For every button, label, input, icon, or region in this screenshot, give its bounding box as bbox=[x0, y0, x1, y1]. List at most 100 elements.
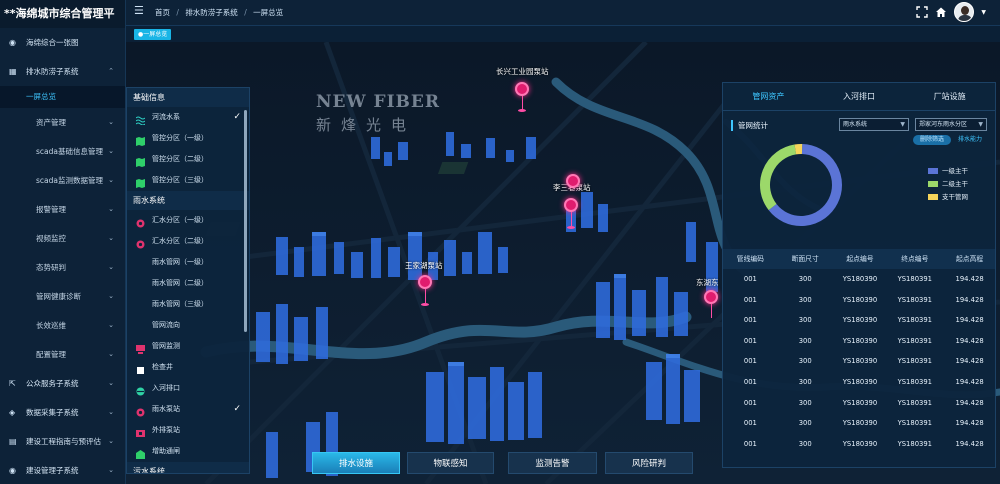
station-label: 王家湖泵站 bbox=[405, 261, 443, 270]
bottom-tab[interactable]: 风险研判 bbox=[605, 452, 693, 474]
tab-station-facilities[interactable]: 厂站设施 bbox=[904, 83, 995, 110]
table-row[interactable]: 001 300 YS180390 YS180391 194.428 bbox=[723, 331, 995, 352]
asset-panel: 管网资产 入河排口 厂站设施 管网统计 雨水系统 ▼ 郑家河东雨水分区 ▼ 删除… bbox=[722, 82, 996, 468]
layer-item[interactable]: 汇水分区（一级） bbox=[127, 210, 249, 231]
table-row[interactable]: 001 300 YS180390 YS180391 194.428 bbox=[723, 413, 995, 434]
nav-item[interactable]: 报警管理 ⌄ bbox=[0, 195, 125, 224]
station-label: 东湖东 bbox=[696, 278, 719, 287]
layer-item[interactable]: 管网流向 bbox=[127, 315, 249, 336]
pump-station-marker[interactable] bbox=[704, 290, 718, 304]
nav-item[interactable]: 态势研判 ⌄ bbox=[0, 253, 125, 282]
layer-section-title[interactable]: 污水系统 bbox=[127, 462, 249, 473]
layer-item[interactable]: 管控分区（二级） bbox=[127, 149, 249, 170]
caret-down-icon[interactable]: ▼ bbox=[981, 9, 986, 16]
breadcrumb: 首页 / 排水防涝子系统 / 一屏总览 bbox=[155, 0, 283, 26]
chevron-down-icon: ⌄ bbox=[108, 234, 114, 242]
pump-station-marker[interactable] bbox=[566, 174, 580, 188]
fullscreen-icon[interactable] bbox=[916, 6, 929, 18]
table-row[interactable]: 001 300 YS180390 YS180391 194.428 bbox=[723, 351, 995, 372]
table-row[interactable]: 001 300 YS180390 YS180391 194.428 bbox=[723, 393, 995, 414]
nav-item[interactable]: ◈ 数据采集子系统 ⌄ bbox=[0, 398, 125, 427]
layer-item[interactable]: 雨水泵站 ✓ bbox=[127, 399, 249, 420]
nav-item[interactable]: ◉ 建设管理子系统 ⌄ bbox=[0, 456, 125, 484]
bottom-tab[interactable]: 排水设施 bbox=[312, 452, 400, 474]
layer-section-title[interactable]: 基础信息 bbox=[127, 88, 249, 107]
tab-current[interactable]: ●一屏总览 bbox=[134, 29, 172, 40]
layer-item-label: 管网监测 bbox=[152, 342, 180, 350]
table-cell: 194.428 bbox=[955, 419, 984, 428]
nav-item[interactable]: 配置管理 ⌄ bbox=[0, 340, 125, 369]
breadcrumb-home[interactable]: 首页 bbox=[155, 8, 170, 17]
layer-item[interactable]: 雨水管网（二级） bbox=[127, 273, 249, 294]
nav-item[interactable]: ⇱ 公众服务子系统 ⌄ bbox=[0, 369, 125, 398]
column-header[interactable]: 起点编号 bbox=[833, 249, 888, 269]
menu-toggle-icon[interactable]: ☰ bbox=[134, 4, 144, 17]
pump-station-marker[interactable] bbox=[515, 82, 529, 96]
nav-item[interactable]: 长效巡维 ⌄ bbox=[0, 311, 125, 340]
bottom-tab[interactable]: 监测告警 bbox=[508, 452, 597, 474]
layer-item[interactable]: 检查井 bbox=[127, 357, 249, 378]
system-select-value: 雨水系统 bbox=[843, 121, 868, 128]
layer-item[interactable]: 雨水管网（一级） bbox=[127, 252, 249, 273]
marker-stem bbox=[425, 289, 426, 303]
legend-label: 支干管网 bbox=[942, 193, 968, 201]
column-header[interactable]: 管线编码 bbox=[723, 249, 778, 269]
layer-item[interactable]: 管控分区（一级） bbox=[127, 128, 249, 149]
home-icon[interactable] bbox=[935, 6, 947, 18]
pump-station-marker[interactable] bbox=[418, 275, 432, 289]
globe-icon: ◉ bbox=[9, 466, 16, 475]
tab-river-outlets[interactable]: 入河排口 bbox=[814, 83, 905, 110]
table-row[interactable]: 001 300 YS180390 YS180391 194.428 bbox=[723, 269, 995, 290]
layer-scrollbar[interactable] bbox=[244, 110, 247, 332]
table-cell: 300 bbox=[798, 357, 812, 366]
layer-item[interactable]: 雨水管网（三级） bbox=[127, 294, 249, 315]
nav-list: ◉ 海绵综合一张图 ▦ 排水防涝子系统 ⌃ 一屏总览 资产管理 ⌄ scada基础信息管理 ⌄ sc… bbox=[0, 28, 125, 484]
tab-strip: ●一屏总览 bbox=[126, 26, 1000, 42]
column-header[interactable]: 起点高程 bbox=[942, 249, 995, 269]
table-row[interactable]: 001 300 YS180390 YS180391 194.428 bbox=[723, 310, 995, 331]
layer-item[interactable]: 增助通闸 bbox=[127, 441, 249, 462]
layer-item[interactable]: 外排泵站 bbox=[127, 420, 249, 441]
table-row[interactable]: 001 300 YS180390 YS180391 194.428 bbox=[723, 290, 995, 311]
area-select[interactable]: 郑家河东雨水分区 ▼ bbox=[915, 118, 987, 131]
app-title: **海绵城市综合管理平 bbox=[0, 0, 125, 28]
pump-station-marker[interactable] bbox=[564, 198, 578, 212]
layer-item[interactable]: 管控分区（三级） bbox=[127, 170, 249, 191]
table-cell: YS180390 bbox=[842, 357, 878, 366]
capacity-toggle[interactable]: 排水能力 bbox=[953, 135, 987, 145]
nav-item[interactable]: 视频监控 ⌄ bbox=[0, 224, 125, 253]
table-header: 管线编码 断面尺寸 起点编号 终点编号 起点高程 bbox=[723, 249, 995, 269]
column-header[interactable]: 终点编号 bbox=[887, 249, 942, 269]
chevron-up-icon: ⌃ bbox=[108, 67, 114, 75]
donut-slice[interactable] bbox=[760, 144, 797, 211]
system-select[interactable]: 雨水系统 ▼ bbox=[839, 118, 909, 131]
breadcrumb-subsystem[interactable]: 排水防涝子系统 bbox=[185, 8, 238, 17]
table-row[interactable]: 001 300 YS180390 YS180391 194.428 bbox=[723, 434, 995, 455]
grid-icon: ▦ bbox=[9, 67, 17, 76]
layer-item[interactable]: 管网监测 bbox=[127, 336, 249, 357]
table-row[interactable]: 001 300 YS180390 YS180391 194.428 bbox=[723, 372, 995, 393]
nav-item[interactable]: ▦ 排水防涝子系统 ⌃ bbox=[0, 57, 125, 86]
avatar[interactable] bbox=[954, 2, 975, 22]
layer-item[interactable]: 入河排口 bbox=[127, 378, 249, 399]
bottom-tab[interactable]: 物联感知 bbox=[407, 452, 494, 474]
table-body: 001 300 YS180390 YS180391 194.428 001 300 YS180… bbox=[723, 269, 995, 455]
column-header[interactable]: 断面尺寸 bbox=[778, 249, 833, 269]
nav-item-label: 建设管理子系统 bbox=[26, 466, 79, 475]
legend-item: 一级主干 bbox=[928, 166, 968, 179]
nav-item[interactable]: 资产管理 ⌄ bbox=[0, 108, 125, 137]
nav-item[interactable]: ▤ 建设工程指南与预评估 ⌄ bbox=[0, 427, 125, 456]
table-cell: 001 bbox=[743, 439, 757, 448]
nav-item[interactable]: scada基础信息管理 ⌄ bbox=[0, 137, 125, 166]
layer-item[interactable]: 汇水分区（二级） bbox=[127, 231, 249, 252]
filter-toggle[interactable]: 删除筛选 bbox=[913, 135, 951, 145]
nav-item[interactable]: 管网健康诊断 ⌄ bbox=[0, 282, 125, 311]
layer-item[interactable]: 河流水系 ✓ bbox=[127, 107, 249, 128]
nav-item[interactable]: 一屏总览 bbox=[0, 86, 125, 108]
tab-network-assets[interactable]: 管网资产 bbox=[723, 83, 814, 110]
chevron-up-icon: ⌄ bbox=[108, 379, 114, 387]
layer-section-title[interactable]: 雨水系统 bbox=[127, 191, 249, 210]
map-icon bbox=[136, 155, 145, 167]
nav-item[interactable]: ◉ 海绵综合一张图 bbox=[0, 28, 125, 57]
nav-item[interactable]: scada监测数据管理 ⌄ bbox=[0, 166, 125, 195]
